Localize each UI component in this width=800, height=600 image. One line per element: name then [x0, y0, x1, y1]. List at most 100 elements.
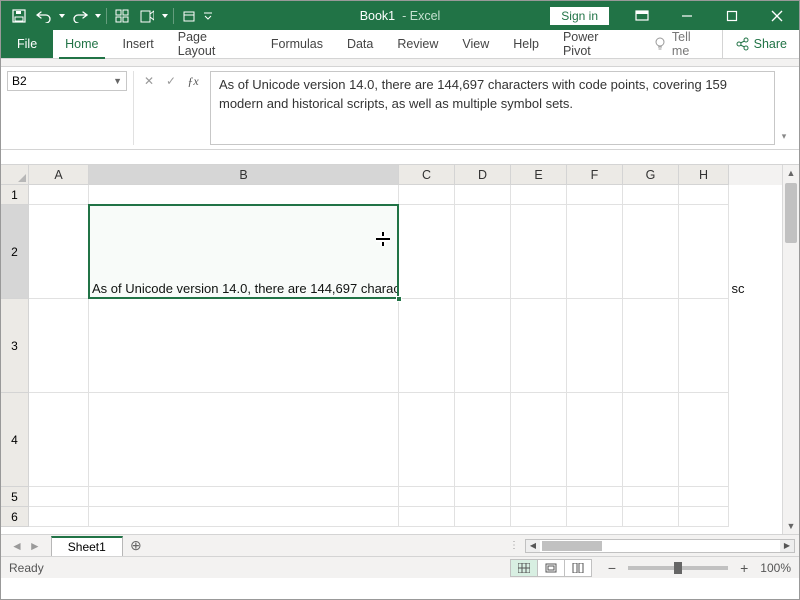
- cell-F2[interactable]: [567, 205, 623, 299]
- row-header-4[interactable]: 4: [1, 393, 29, 487]
- view-page-break-button[interactable]: [564, 559, 592, 577]
- cell-G5[interactable]: [623, 487, 679, 507]
- column-header-C[interactable]: C: [399, 165, 455, 185]
- cell-E4[interactable]: [511, 393, 567, 487]
- cell-H5[interactable]: [679, 487, 729, 507]
- fill-handle[interactable]: [396, 296, 402, 302]
- cell-B4[interactable]: [89, 393, 399, 487]
- cell-F3[interactable]: [567, 299, 623, 393]
- tab-insert[interactable]: Insert: [111, 30, 166, 58]
- cell-C2[interactable]: [399, 205, 455, 299]
- undo-dropdown-icon[interactable]: [57, 4, 67, 28]
- column-header-H[interactable]: H: [679, 165, 729, 185]
- cell-C5[interactable]: [399, 487, 455, 507]
- cell-D4[interactable]: [455, 393, 511, 487]
- tab-home[interactable]: Home: [53, 30, 110, 58]
- zoom-out-button[interactable]: −: [604, 561, 620, 575]
- cell-H4[interactable]: [679, 393, 729, 487]
- cell-B3[interactable]: [89, 299, 399, 393]
- share-button[interactable]: Share: [722, 30, 799, 58]
- cell-C3[interactable]: [399, 299, 455, 393]
- cell-E5[interactable]: [511, 487, 567, 507]
- view-normal-button[interactable]: [510, 559, 538, 577]
- qat-dropdown-2-icon[interactable]: [160, 4, 170, 28]
- tab-review[interactable]: Review: [385, 30, 450, 58]
- cell-D3[interactable]: [455, 299, 511, 393]
- cell-G1[interactable]: [623, 185, 679, 205]
- column-header-E[interactable]: E: [511, 165, 567, 185]
- cell-G4[interactable]: [623, 393, 679, 487]
- cell-B5[interactable]: [89, 487, 399, 507]
- zoom-slider[interactable]: [628, 566, 728, 570]
- cell-C6[interactable]: [399, 507, 455, 527]
- qat-icon-1[interactable]: [110, 4, 134, 28]
- cell-G3[interactable]: [623, 299, 679, 393]
- cell-H1[interactable]: [679, 185, 729, 205]
- cell-A4[interactable]: [29, 393, 89, 487]
- view-page-layout-button[interactable]: [537, 559, 565, 577]
- name-box-dropdown-icon[interactable]: ▼: [113, 76, 122, 86]
- cell-F1[interactable]: [567, 185, 623, 205]
- sheet-nav-next-icon[interactable]: ►: [27, 539, 43, 553]
- row-header-5[interactable]: 5: [1, 487, 29, 507]
- fx-icon[interactable]: ƒx: [182, 71, 204, 91]
- cell-F5[interactable]: [567, 487, 623, 507]
- cell-A6[interactable]: [29, 507, 89, 527]
- cell-F6[interactable]: [567, 507, 623, 527]
- cell-G6[interactable]: [623, 507, 679, 527]
- cell-E1[interactable]: [511, 185, 567, 205]
- vscroll-thumb[interactable]: [785, 183, 797, 243]
- row-header-1[interactable]: 1: [1, 185, 29, 205]
- cell-D1[interactable]: [455, 185, 511, 205]
- column-header-F[interactable]: F: [567, 165, 623, 185]
- row-header-2[interactable]: 2: [1, 205, 29, 299]
- scroll-up-icon[interactable]: ▲: [783, 165, 799, 181]
- tab-power-pivot[interactable]: Power Pivot: [551, 30, 641, 58]
- formula-bar-expand-icon[interactable]: ▾: [775, 71, 793, 145]
- column-header-A[interactable]: A: [29, 165, 89, 185]
- cell-A3[interactable]: [29, 299, 89, 393]
- maximize-button[interactable]: [709, 1, 754, 30]
- hscroll-thumb[interactable]: [542, 541, 602, 551]
- tab-data[interactable]: Data: [335, 30, 385, 58]
- tell-me-search[interactable]: Tell me: [641, 30, 722, 58]
- new-sheet-button[interactable]: ⊕: [123, 535, 149, 556]
- sheet-tab-sheet1[interactable]: Sheet1: [51, 536, 123, 556]
- save-icon[interactable]: [7, 4, 31, 28]
- cell-F4[interactable]: [567, 393, 623, 487]
- cell-C4[interactable]: [399, 393, 455, 487]
- formula-bar-input[interactable]: As of Unicode version 14.0, there are 14…: [210, 71, 775, 145]
- cell-B6[interactable]: [89, 507, 399, 527]
- cell-D6[interactable]: [455, 507, 511, 527]
- qat-customize-icon[interactable]: [202, 4, 214, 28]
- scroll-left-icon[interactable]: ◀: [526, 540, 540, 552]
- scroll-down-icon[interactable]: ▼: [783, 518, 799, 534]
- file-tab[interactable]: File: [1, 30, 53, 58]
- cell-G2[interactable]: [623, 205, 679, 299]
- row-header-3[interactable]: 3: [1, 299, 29, 393]
- vertical-scrollbar[interactable]: ▲ ▼: [782, 165, 799, 534]
- cell-D5[interactable]: [455, 487, 511, 507]
- enter-formula-icon[interactable]: ✓: [160, 71, 182, 91]
- cell-B1[interactable]: [89, 185, 399, 205]
- qat-icon-3[interactable]: [177, 4, 201, 28]
- cell-H2[interactable]: [679, 205, 729, 299]
- scroll-right-icon[interactable]: ▶: [780, 540, 794, 552]
- column-header-D[interactable]: D: [455, 165, 511, 185]
- hscroll-splitter-icon[interactable]: ⋮: [509, 540, 519, 551]
- row-header-6[interactable]: 6: [1, 507, 29, 527]
- cell-E3[interactable]: [511, 299, 567, 393]
- qat-icon-2[interactable]: [135, 4, 159, 28]
- minimize-button[interactable]: [664, 1, 709, 30]
- cell-H3[interactable]: [679, 299, 729, 393]
- horizontal-scrollbar[interactable]: ◀ ▶: [525, 539, 795, 553]
- sheet-nav-prev-icon[interactable]: ◄: [9, 539, 25, 553]
- sign-in-button[interactable]: Sign in: [550, 7, 609, 25]
- name-box[interactable]: B2 ▼: [7, 71, 127, 91]
- tab-formulas[interactable]: Formulas: [259, 30, 335, 58]
- column-header-B[interactable]: B: [89, 165, 399, 185]
- select-all-cell[interactable]: [1, 165, 29, 185]
- cancel-formula-icon[interactable]: ✕: [138, 71, 160, 91]
- close-button[interactable]: [754, 1, 799, 30]
- cell-C1[interactable]: [399, 185, 455, 205]
